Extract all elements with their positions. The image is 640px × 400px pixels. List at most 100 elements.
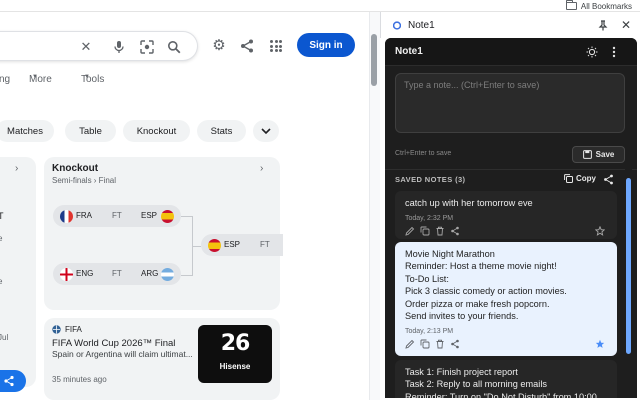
thumbnail-mark: 26 [220, 331, 251, 356]
copy-icon [564, 174, 573, 183]
note-app: Note1 Ctrl+Enter to save Save SAVED NOTE… [385, 38, 637, 398]
news-source: FIFA [65, 325, 82, 334]
note-item[interactable]: Task 1: Finish project report Task 2: Re… [395, 360, 617, 398]
note-text: catch up with her tomorrow eve [405, 198, 533, 208]
team-final: ESP [224, 240, 241, 249]
saved-notes-header: SAVED NOTES (3) [395, 175, 466, 184]
left-card-fragment: e [0, 277, 3, 286]
note-timestamp: Today, 2:13 PM [405, 328, 454, 336]
left-card-fragment: Jul [0, 333, 9, 342]
theme-toggle-sun-icon[interactable] [586, 46, 598, 58]
copy-all-button[interactable]: Copy [564, 174, 596, 183]
save-disk-icon [582, 150, 592, 159]
star-outline-icon[interactable] [595, 226, 605, 237]
news-thumbnail[interactable]: 26 Hisense [198, 325, 272, 383]
save-button-label: Save [595, 150, 615, 159]
flag-england-icon [60, 268, 73, 281]
knockout-subtitle: Semi-finals › Final [52, 176, 117, 185]
chips-expand-button[interactable] [253, 120, 279, 142]
news-snippet: Spain or Argentina will claim ultimat... [52, 349, 193, 359]
note-actions [405, 339, 607, 351]
match-status: FT [112, 211, 122, 220]
news-title[interactable]: FIFA World Cup 2026™ Final [52, 338, 175, 349]
microphone-icon[interactable] [112, 40, 126, 54]
note-app-icon [393, 21, 401, 30]
chevron-right-icon: › [260, 163, 264, 174]
match-status: FT [260, 240, 270, 249]
all-bookmarks-label: All Bookmarks [580, 1, 632, 11]
copy-label: Copy [576, 174, 596, 183]
note-item[interactable]: catch up with her tomorrow eve Today, 2:… [395, 191, 617, 239]
match-eng-arg[interactable]: ENG FT ARG [53, 263, 181, 285]
duplicate-icon[interactable] [420, 339, 430, 349]
chevron-right-icon: › [15, 163, 19, 174]
match-status: FT [112, 269, 122, 278]
delete-icon[interactable] [435, 339, 445, 349]
close-panel-icon[interactable]: ✕ [621, 18, 631, 32]
sign-in-button[interactable]: Sign in [297, 33, 355, 57]
settings-gear-icon[interactable]: ⚙ [211, 38, 227, 54]
team-away: ESP [141, 211, 158, 220]
duplicate-icon[interactable] [420, 226, 430, 236]
news-time: 35 minutes ago [52, 375, 107, 384]
team-home: ENG [76, 269, 94, 278]
edit-icon[interactable] [405, 339, 415, 350]
more-options-icon[interactable] [612, 46, 616, 58]
bracket-line [193, 246, 201, 247]
save-shortcut-hint: Ctrl+Enter to save [395, 150, 452, 157]
note-timestamp: Today, 2:32 PM [405, 215, 454, 223]
share-icon[interactable] [450, 226, 460, 236]
star-filled-icon[interactable] [595, 339, 605, 349]
flag-spain-icon [208, 239, 221, 252]
fifa-globe-icon [52, 325, 61, 334]
chevron-down-icon [261, 127, 271, 134]
search-results-page: ✕ ⚙ Sign in ng More ▼ Tools ▼ Matches Tabl… [0, 12, 380, 400]
match-final[interactable]: ESP FT [201, 234, 283, 256]
note-app-bar: Note1 [385, 38, 637, 66]
share-fab-button[interactable] [0, 370, 26, 392]
page-scrollbar-thumb[interactable] [371, 34, 377, 86]
all-bookmarks-button[interactable]: All Bookmarks [565, 0, 632, 12]
side-panel-header: Note1 ✕ [380, 12, 640, 38]
delete-icon[interactable] [435, 226, 445, 236]
chip-stats[interactable]: Stats [197, 120, 246, 142]
share-notes-icon[interactable] [603, 174, 614, 185]
knockout-title: Knockout [52, 163, 99, 174]
flag-spain-icon [161, 210, 174, 223]
search-box[interactable]: ✕ [0, 31, 198, 61]
note-app-title: Note1 [395, 46, 423, 57]
group-card-partial[interactable]: › T e e Jul [0, 157, 36, 387]
save-button[interactable]: Save [572, 146, 625, 163]
share-icon[interactable] [450, 339, 460, 349]
note-text: Movie Night Marathon Reminder: Host a th… [405, 249, 567, 322]
side-panel-title: Note1 [408, 20, 435, 31]
chip-matches[interactable]: Matches [0, 120, 54, 142]
share-icon[interactable] [239, 38, 255, 54]
edit-icon[interactable] [405, 226, 415, 237]
folder-icon [565, 0, 577, 10]
flag-france-icon [60, 210, 73, 223]
knockout-card[interactable]: Knockout Semi-finals › Final › FRA FT ES… [44, 157, 283, 310]
chip-table[interactable]: Table [65, 120, 116, 142]
left-card-fragment: T [0, 211, 4, 221]
google-apps-icon[interactable] [270, 40, 282, 52]
caret-down-icon: ▼ [32, 74, 38, 80]
match-fra-esp[interactable]: FRA FT ESP [53, 205, 181, 227]
chip-knockout[interactable]: Knockout [123, 120, 190, 142]
clear-search-icon[interactable]: ✕ [79, 40, 93, 54]
notes-scrollbar-thumb[interactable] [626, 178, 631, 354]
divider [385, 169, 637, 170]
search-icon[interactable] [167, 40, 181, 54]
team-home: FRA [76, 211, 92, 220]
pin-icon[interactable] [598, 20, 608, 31]
note-actions [405, 226, 607, 238]
caret-down-icon: ▼ [84, 74, 90, 80]
bracket-line [181, 216, 193, 276]
note-input[interactable] [395, 73, 625, 133]
google-lens-icon[interactable] [140, 40, 154, 54]
left-card-fragment: e [0, 234, 3, 243]
bookmarks-bar: All Bookmarks [0, 0, 640, 12]
note-item-selected[interactable]: Movie Night Marathon Reminder: Host a th… [395, 242, 617, 356]
tab-partial[interactable]: ng [0, 74, 10, 85]
note-text: Task 1: Finish project report Task 2: Re… [405, 367, 597, 398]
